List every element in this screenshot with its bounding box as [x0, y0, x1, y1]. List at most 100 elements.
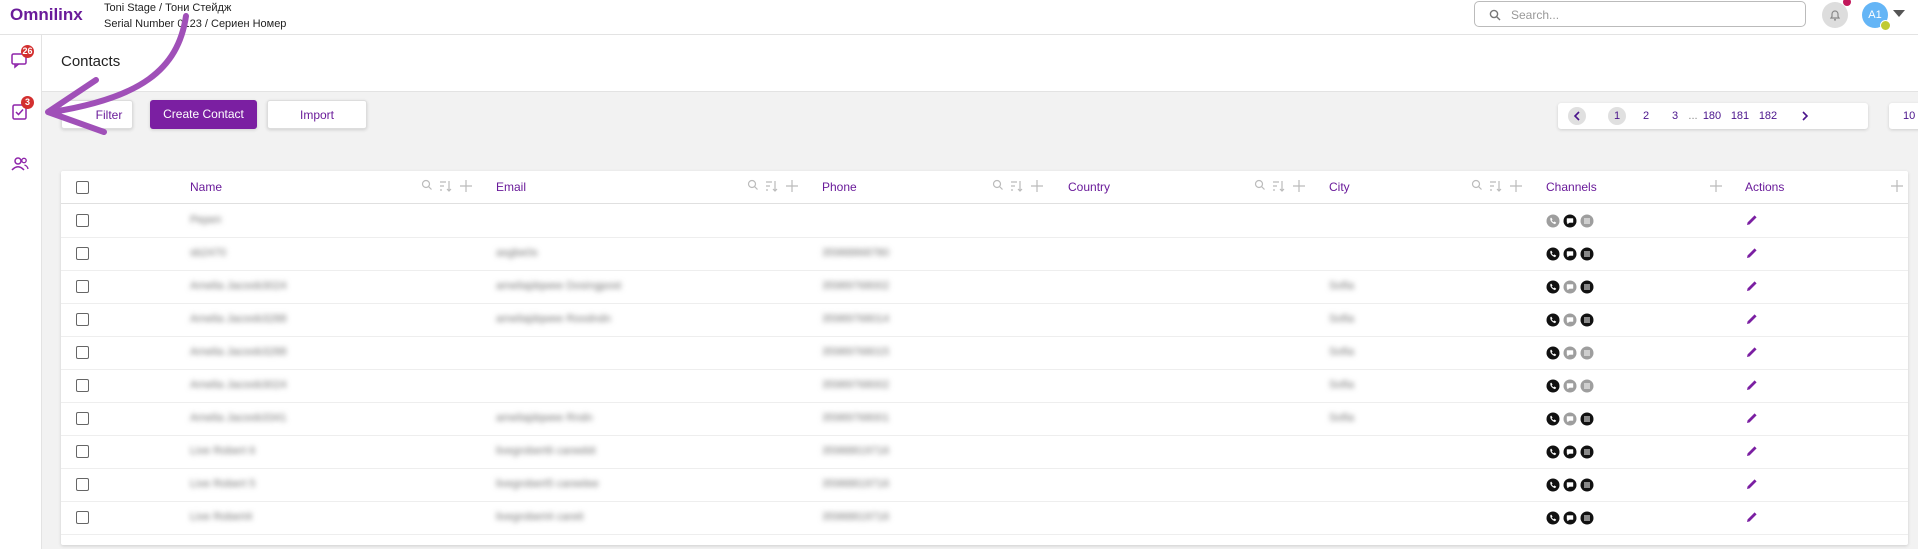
phone-channel-icon: [1546, 445, 1560, 459]
column-header-country[interactable]: Country: [1068, 180, 1110, 194]
email-column-tools-icon[interactable]: [747, 179, 805, 193]
column-header-channels[interactable]: Channels: [1546, 180, 1597, 194]
row-checkbox[interactable]: [76, 247, 89, 260]
create-contact-button[interactable]: Create Contact: [150, 100, 257, 129]
table-row[interactable]: Live Robert 6 livegrobert6 careebit 359888…: [61, 435, 1908, 469]
column-header-email[interactable]: Email: [496, 180, 526, 194]
notifications-button[interactable]: [1822, 0, 1851, 28]
import-button[interactable]: Import: [267, 100, 367, 129]
page-181-button[interactable]: 181: [1729, 103, 1751, 129]
email-channel-icon: [1580, 379, 1594, 393]
edit-pencil-icon[interactable]: [1745, 444, 1759, 458]
actions-column-move-icon[interactable]: [1889, 179, 1905, 193]
country-column-tools-icon[interactable]: [1254, 179, 1312, 193]
phone-column-tools-icon[interactable]: [992, 179, 1050, 193]
row-checkbox[interactable]: [76, 412, 89, 425]
table-row[interactable]: sb2470 asgbe0s 35988868780: [61, 237, 1908, 271]
prev-page-button[interactable]: [1568, 107, 1586, 125]
column-header-name[interactable]: Name: [190, 180, 222, 194]
chat-channel-icon: [1563, 313, 1577, 327]
edit-pencil-icon[interactable]: [1745, 477, 1759, 491]
cell-name: Amelia Jacoob3024: [190, 280, 287, 292]
cell-email: asgbe0s: [496, 247, 538, 259]
cell-city: Sofia: [1329, 313, 1355, 325]
phone-channel-icon: [1546, 346, 1560, 360]
search-input[interactable]: [1509, 5, 1793, 25]
edit-pencil-icon[interactable]: [1745, 279, 1759, 293]
page-3-button[interactable]: 3: [1667, 103, 1683, 129]
table-row[interactable]: Amelia Jacoob3288 ameliajdqwee Roodndn 359…: [61, 303, 1908, 337]
column-header-actions[interactable]: Actions: [1745, 180, 1784, 194]
page-size-select[interactable]: 10: [1889, 103, 1918, 129]
row-checkbox[interactable]: [76, 379, 89, 392]
table-row[interactable]: Ререп: [61, 204, 1908, 238]
table-row[interactable]: Amelia Jacoob3288 35989768015 Sofia: [61, 336, 1908, 370]
cell-name: Live Robert 6: [190, 445, 256, 457]
city-column-tools-icon[interactable]: [1471, 179, 1529, 193]
phone-channel-icon: [1546, 247, 1560, 261]
page-2-button[interactable]: 2: [1638, 103, 1654, 129]
sidebar-item-contacts[interactable]: [10, 155, 32, 177]
filter-button[interactable]: Filter: [61, 100, 133, 129]
page-180-button[interactable]: 180: [1701, 103, 1723, 129]
sidebar-item-tasks[interactable]: 3: [10, 96, 34, 124]
phone-channel-icon: [1546, 511, 1560, 525]
email-channel-icon: [1580, 412, 1594, 426]
cell-phone: 35989768001: [822, 412, 890, 424]
select-all-checkbox[interactable]: [76, 181, 89, 194]
row-checkbox[interactable]: [76, 280, 89, 293]
tenant-name: Toni Stage / Тони Стейдж: [104, 2, 232, 14]
next-page-button[interactable]: [1796, 103, 1814, 131]
email-channel-icon: [1580, 346, 1594, 360]
page-1-button[interactable]: 1: [1608, 107, 1626, 125]
name-column-tools-icon[interactable]: [421, 179, 479, 193]
cell-phone: 35988819716: [822, 445, 890, 457]
sidebar-item-conversations[interactable]: 26: [10, 45, 34, 73]
search-icon: [1489, 9, 1501, 21]
tasks-badge: 3: [21, 96, 34, 109]
row-checkbox[interactable]: [76, 445, 89, 458]
table-row[interactable]: Amelia Jacoob3341 ameliajdqwee Rndn 359897…: [61, 402, 1908, 436]
cell-city: Sofia: [1329, 379, 1355, 391]
row-checkbox[interactable]: [76, 478, 89, 491]
cell-phone: 35989768002: [822, 280, 890, 292]
page-title: Contacts: [61, 53, 121, 70]
column-header-phone[interactable]: Phone: [822, 180, 857, 194]
chat-channel-icon: [1563, 346, 1577, 360]
edit-pencil-icon[interactable]: [1745, 411, 1759, 425]
row-checkbox[interactable]: [76, 511, 89, 524]
row-checkbox[interactable]: [76, 313, 89, 326]
chat-channel-icon: [1563, 280, 1577, 294]
user-menu-caret-icon[interactable]: [1893, 10, 1905, 17]
email-channel-icon: [1580, 280, 1594, 294]
cell-name: Amelia Jacoob3024: [190, 379, 287, 391]
table-row[interactable]: Live Robert 5 livegrobert5 careelee 359888…: [61, 468, 1908, 502]
channels-column-move-icon[interactable]: [1708, 179, 1724, 193]
search-box[interactable]: [1474, 1, 1806, 27]
table-row[interactable]: Amelia Jacoob3024 ameliajdqwee Dosingpost…: [61, 270, 1908, 304]
channels-icons: [1546, 247, 1594, 261]
row-checkbox[interactable]: [76, 214, 89, 227]
edit-pencil-icon[interactable]: [1745, 312, 1759, 326]
column-header-city[interactable]: City: [1329, 180, 1350, 194]
user-avatar[interactable]: A1: [1862, 2, 1891, 31]
row-checkbox[interactable]: [76, 346, 89, 359]
table-row[interactable]: Amelia Jacoob3024 35989768002 Sofia: [61, 369, 1908, 403]
page-182-button[interactable]: 182: [1757, 103, 1779, 129]
channels-icons: [1546, 511, 1594, 525]
email-channel-icon: [1580, 511, 1594, 525]
contacts-icon: [11, 157, 29, 171]
channels-icons: [1546, 478, 1594, 492]
edit-pencil-icon[interactable]: [1745, 246, 1759, 260]
phone-channel-icon: [1546, 313, 1560, 327]
omnilinx-logo[interactable]: Omnilinx: [10, 5, 83, 25]
chevron-right-icon: [1802, 111, 1809, 121]
cell-name: Amelia Jacoob3288: [190, 346, 287, 358]
edit-pencil-icon[interactable]: [1745, 378, 1759, 392]
edit-pencil-icon[interactable]: [1745, 213, 1759, 227]
page-header: Contacts: [42, 35, 1918, 92]
edit-pencil-icon[interactable]: [1745, 510, 1759, 524]
edit-pencil-icon[interactable]: [1745, 345, 1759, 359]
table-row[interactable]: Live Robert4 livegrobert4 careit 359888197…: [61, 501, 1908, 535]
email-channel-icon: [1580, 445, 1594, 459]
